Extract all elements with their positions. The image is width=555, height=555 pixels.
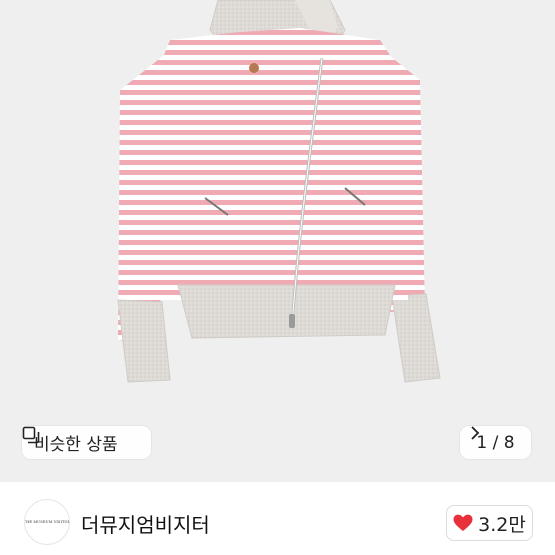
like-count: 3.2만	[478, 513, 526, 536]
seller-name[interactable]: 더뮤지엄비지터	[81, 509, 210, 538]
like-button[interactable]: 3.2만	[446, 505, 533, 541]
copy-icon	[22, 426, 40, 444]
seller-avatar-logo: THE MUSEUM VISITOR	[24, 520, 70, 524]
similar-products-button[interactable]: 비슷한 상품	[22, 426, 151, 459]
hoodie-illustration	[117, 0, 441, 383]
seller-avatar[interactable]: THE MUSEUM VISITOR	[24, 499, 70, 545]
product-photo[interactable]: 비슷한 상품 1 / 8	[0, 0, 555, 482]
image-pager[interactable]: 1 / 8	[460, 426, 531, 459]
heart-icon	[453, 514, 473, 531]
chevron-right-icon	[471, 426, 480, 440]
similar-products-label: 비슷한 상품	[34, 435, 118, 455]
pager-counter: 1 / 8	[476, 432, 515, 453]
